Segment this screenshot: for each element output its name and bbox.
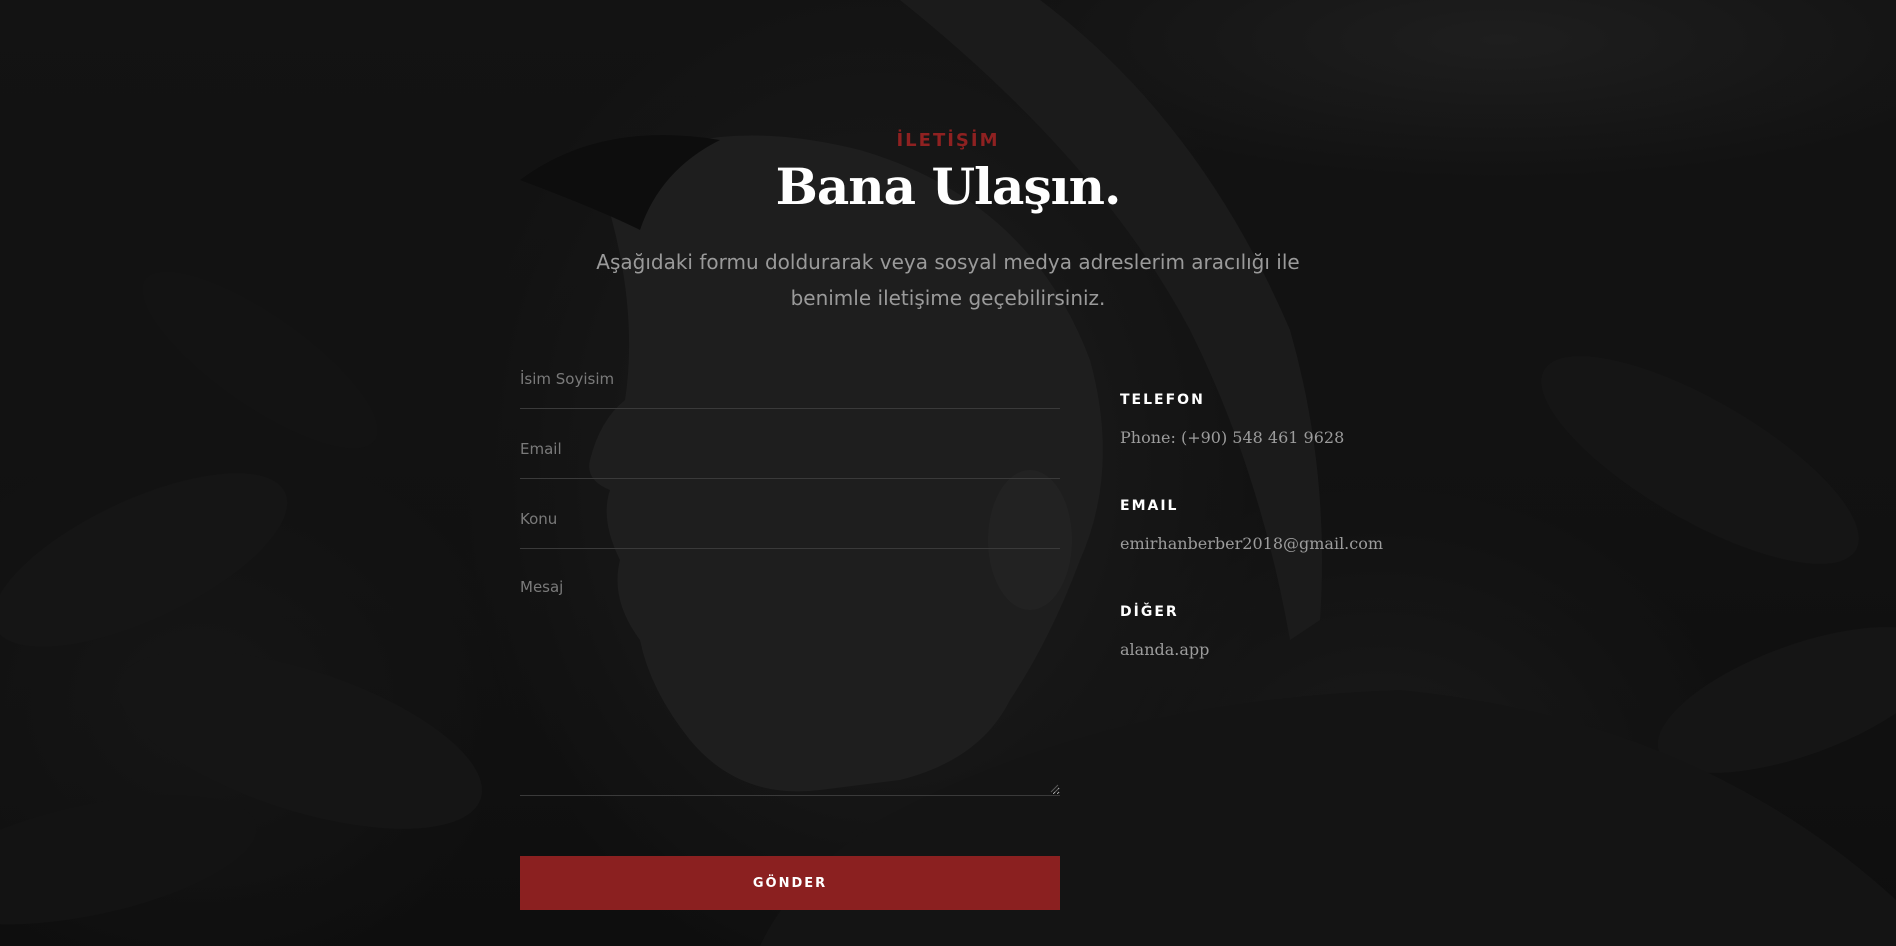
contact-section: İLETİŞİM Bana Ulaşın. Aşağıdaki formu do… [0, 0, 1896, 946]
phone-value: Phone: (+90) 548 461 9628 [1120, 428, 1345, 447]
contact-form: GÖNDER [520, 350, 1060, 910]
subject-input[interactable] [520, 490, 1060, 548]
contact-info: TELEFON Phone: (+90) 548 461 9628 EMAIL … [1120, 390, 1460, 708]
email-field-wrapper [520, 420, 1060, 479]
message-textarea[interactable] [520, 560, 1060, 795]
email-input[interactable] [520, 420, 1060, 478]
message-field-wrapper [520, 560, 1060, 796]
other-label: DİĞER [1120, 604, 1179, 620]
section-eyebrow: İLETİŞİM [896, 130, 1000, 151]
email-label: EMAIL [1120, 498, 1179, 514]
contact-email: EMAIL emirhanberber2018@gmail.com [1120, 496, 1460, 602]
section-intro: Aşağıdaki formu doldurarak veya sosyal m… [596, 250, 1300, 310]
resize-handle-icon[interactable] [1050, 784, 1059, 793]
contact-phone: TELEFON Phone: (+90) 548 461 9628 [1120, 390, 1460, 496]
section-title: Bana Ulaşın. [775, 157, 1122, 216]
other-value: alanda.app [1120, 640, 1210, 659]
contact-other: DİĞER alanda.app [1120, 602, 1460, 708]
subject-field-wrapper [520, 490, 1060, 549]
submit-button[interactable]: GÖNDER [520, 856, 1060, 910]
name-input[interactable] [520, 350, 1060, 408]
section-header: İLETİŞİM Bana Ulaşın. Aşağıdaki formu do… [0, 128, 1896, 316]
phone-label: TELEFON [1120, 392, 1205, 408]
email-value: emirhanberber2018@gmail.com [1120, 534, 1384, 553]
name-field-wrapper [520, 350, 1060, 409]
